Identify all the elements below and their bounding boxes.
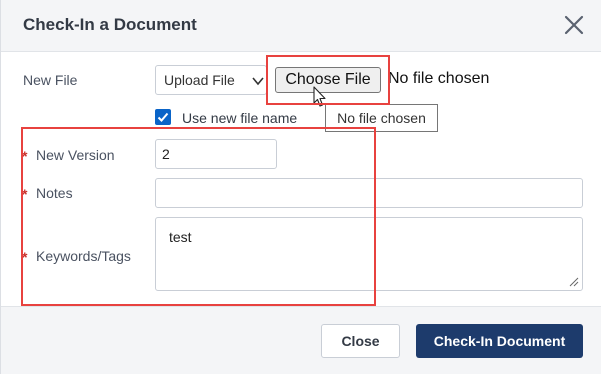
close-button[interactable]: Close [321,324,400,358]
keywords-textarea[interactable]: test [155,217,583,291]
no-file-chosen-text: No file chosen [388,70,490,87]
check-in-dialog: Check-In a Document New File Upload File… [0,0,601,374]
chevron-down-icon [252,77,264,86]
dialog-title: Check-In a Document [23,15,197,34]
close-icon[interactable] [561,12,587,38]
required-marker: * [22,249,28,265]
notes-input[interactable] [155,178,583,208]
new-version-input[interactable]: 2 [155,139,277,169]
required-marker: * [22,148,28,164]
new-file-label: New File [23,72,78,88]
keywords-value: test [169,229,192,245]
new-version-label: New Version [36,147,115,163]
upload-type-value: Upload File [164,72,235,88]
required-marker: * [22,186,28,202]
choose-file-button[interactable]: Choose File [275,67,381,93]
keywords-label: Keywords/Tags [36,248,131,264]
checkmark-icon [157,112,169,122]
use-new-file-name-checkbox[interactable] [155,109,171,125]
upload-type-select[interactable]: Upload File [155,65,267,95]
file-tooltip: No file chosen [325,104,438,132]
check-in-document-button[interactable]: Check-In Document [416,324,583,358]
resize-grip-icon[interactable] [569,277,579,287]
use-new-file-name-label: Use new file name [182,110,298,126]
notes-label: Notes [36,185,73,201]
new-version-value: 2 [162,146,170,162]
